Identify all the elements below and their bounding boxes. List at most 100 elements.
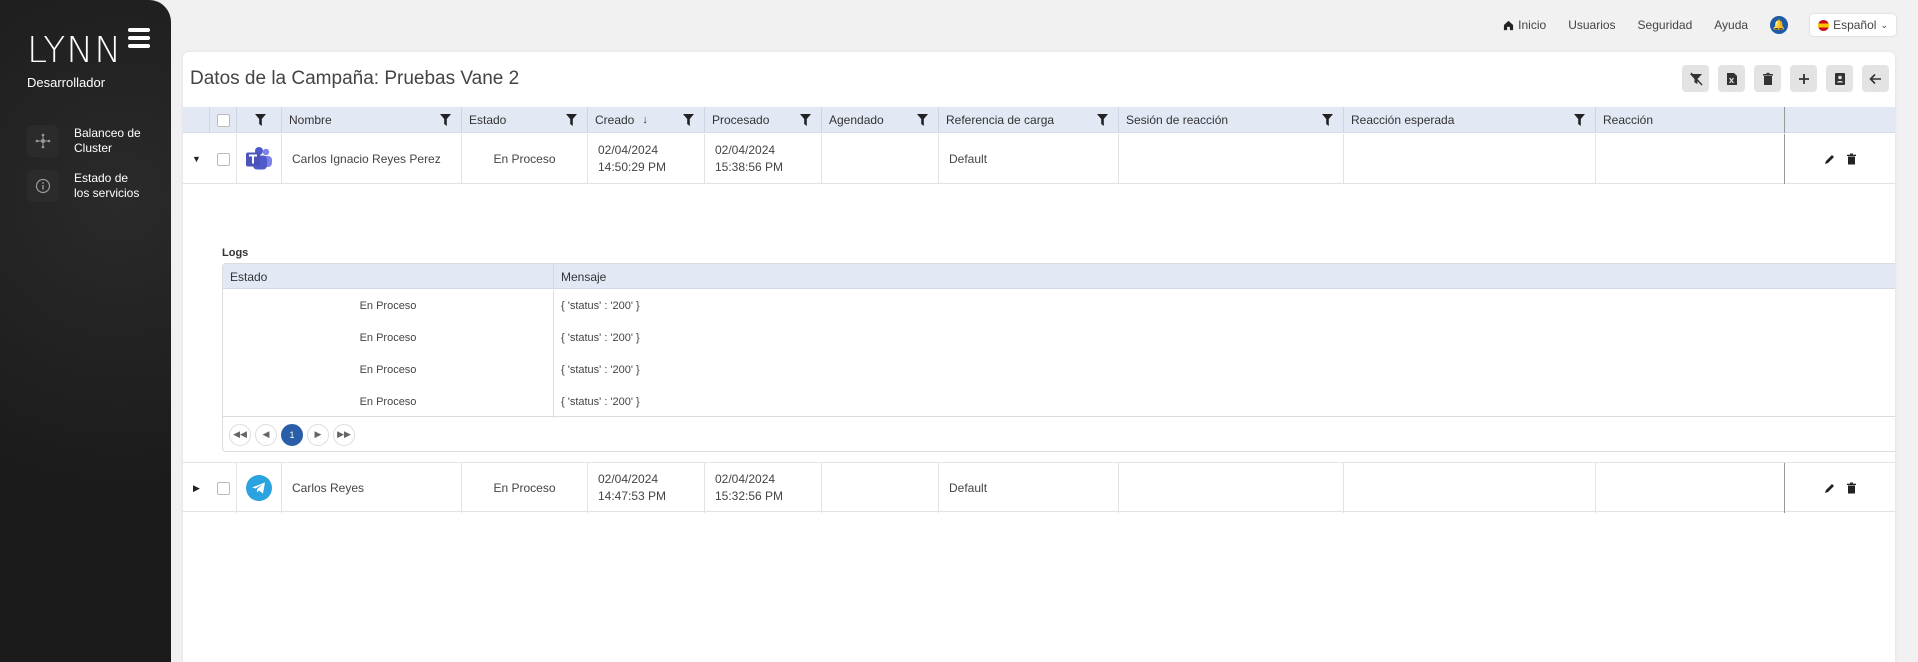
logs-header-mensaje: Mensaje [561,269,607,284]
row-actions [1785,134,1895,184]
header-procesado[interactable]: Procesado [705,107,822,133]
nav-home-link[interactable]: Inicio [1503,18,1546,32]
channel-cell [237,463,282,513]
next-page-icon[interactable]: ▶ [307,423,329,446]
row-expander[interactable]: ▶ [183,463,210,513]
edit-pencil-icon[interactable] [1824,153,1836,165]
filter-icon[interactable] [800,114,811,126]
page-number-button[interactable]: 1 [281,423,303,446]
estado-cell: En Proceso [462,134,588,184]
sesion-cell [1119,134,1344,184]
header-sesion[interactable]: Sesión de reacción [1119,107,1344,133]
reaccion-esperada-cell [1344,463,1596,513]
plus-icon [1798,73,1809,84]
header-actions-col [1785,107,1895,133]
sort-down-arrow-icon[interactable]: ↓ [642,114,648,126]
chevron-down-icon: ⌄ [1880,19,1888,30]
creado-cell: 02/04/2024 14:50:29 PM [588,134,705,184]
trash-icon[interactable] [1846,482,1857,494]
nombre-cell: Carlos Ignacio Reyes Perez [282,134,462,184]
contacts-button[interactable] [1826,65,1853,92]
add-button[interactable] [1790,65,1817,92]
reaccion-esperada-cell [1344,134,1596,184]
row-checkbox[interactable] [216,481,230,495]
filter-icon[interactable] [440,114,451,126]
agendado-cell [822,463,939,513]
log-row: En Proceso { 'status' : '200' } [223,322,1895,354]
sidebar-item-label: Estado de los servicios [74,171,140,200]
header-estado[interactable]: Estado [462,107,588,133]
language-selector[interactable]: Español ⌄ [1810,14,1896,36]
sidebar-item-services[interactable]: Estado de los servicios [27,170,144,202]
filter-clear-icon [1689,72,1703,85]
referencia-cell: Default [939,134,1119,184]
nav-security-link[interactable]: Seguridad [1638,18,1693,32]
export-excel-button[interactable] [1718,65,1745,92]
header-expander-col [183,107,210,133]
filter-icon[interactable] [255,114,266,126]
sesion-cell [1119,463,1344,513]
logs-header: Estado Mensaje [223,264,1895,289]
table-header: Nombre Estado Creado ↓ Procesado Agendad… [183,107,1895,133]
sidebar-item-cluster[interactable]: Balanceo de Cluster [27,125,144,157]
arrow-left-icon [1869,73,1881,84]
logs-header-estado: Estado [223,264,554,289]
filter-icon[interactable] [566,114,577,126]
nav-help-link[interactable]: Ayuda [1714,18,1748,32]
page-title: Datos de la Campaña: Pruebas Vane 2 [190,68,520,89]
filter-icon[interactable] [1322,114,1333,126]
toolbar [1682,65,1889,92]
creado-cell: 02/04/2024 14:47:53 PM [588,463,705,513]
row-select[interactable] [210,134,237,184]
caret-down-icon[interactable]: ▼ [192,151,201,168]
spain-flag-icon [1818,19,1830,31]
telegram-icon [246,475,272,501]
first-page-icon[interactable]: ◀◀ [229,423,251,446]
header-nombre[interactable]: Nombre [282,107,462,133]
filter-icon[interactable] [1097,114,1108,126]
row-checkbox[interactable] [216,152,230,166]
logs-paginator: ◀◀ ◀ 1 ▶ ▶▶ [223,416,1895,452]
cluster-icon [27,125,59,157]
header-creado[interactable]: Creado ↓ [588,107,705,133]
trash-icon[interactable] [1846,153,1857,165]
filter-icon[interactable] [917,114,928,126]
home-icon [1504,20,1514,30]
sidebar: LYNN Desarrollador Balanceo de Cluster E… [0,0,171,662]
header-channel-filter[interactable] [237,107,282,133]
edit-pencil-icon[interactable] [1824,482,1836,494]
agendado-cell [822,134,939,184]
header-reaccion-esperada[interactable]: Reacción esperada [1344,107,1596,133]
top-navigation: Inicio Usuarios Seguridad Ayuda 🔔 Españo… [1503,14,1896,36]
header-agendado[interactable]: Agendado [822,107,939,133]
log-row: En Proceso { 'status' : '200' } [223,386,1895,418]
reaccion-cell [1596,463,1785,513]
header-reaccion[interactable]: Reacción [1596,107,1785,133]
nav-users-link[interactable]: Usuarios [1568,18,1615,32]
header-select-all[interactable] [210,107,237,133]
procesado-cell: 02/04/2024 15:32:56 PM [705,463,822,513]
delete-button[interactable] [1754,65,1781,92]
prev-page-icon[interactable]: ◀ [255,423,277,446]
table-row[interactable]: ▶ Carlos Reyes En Proceso 02/04/2024 14:… [183,462,1895,513]
log-row: En Proceso { 'status' : '200' } [223,290,1895,322]
back-button[interactable] [1862,65,1889,92]
filter-icon[interactable] [1574,114,1585,126]
select-all-checkbox[interactable] [216,113,230,127]
notifications-bell-icon[interactable]: 🔔 [1770,16,1789,34]
channel-cell [237,134,282,184]
filter-icon[interactable] [683,114,694,126]
procesado-cell: 02/04/2024 15:38:56 PM [705,134,822,184]
row-select[interactable] [210,463,237,513]
row-actions [1785,463,1895,513]
hamburger-menu-icon[interactable] [128,28,150,48]
table-row[interactable]: ▼ Carlos Ignacio Reyes Perez En Proceso … [183,134,1895,184]
last-page-icon[interactable]: ▶▶ [333,423,355,446]
row-expander[interactable]: ▼ [183,134,210,184]
contact-book-icon [1834,72,1845,85]
lynn-logo: LYNN [27,30,123,71]
caret-right-icon[interactable]: ▶ [193,480,200,497]
clear-filters-button[interactable] [1682,65,1709,92]
header-referencia[interactable]: Referencia de carga [939,107,1119,133]
nombre-cell: Carlos Reyes [282,463,462,513]
